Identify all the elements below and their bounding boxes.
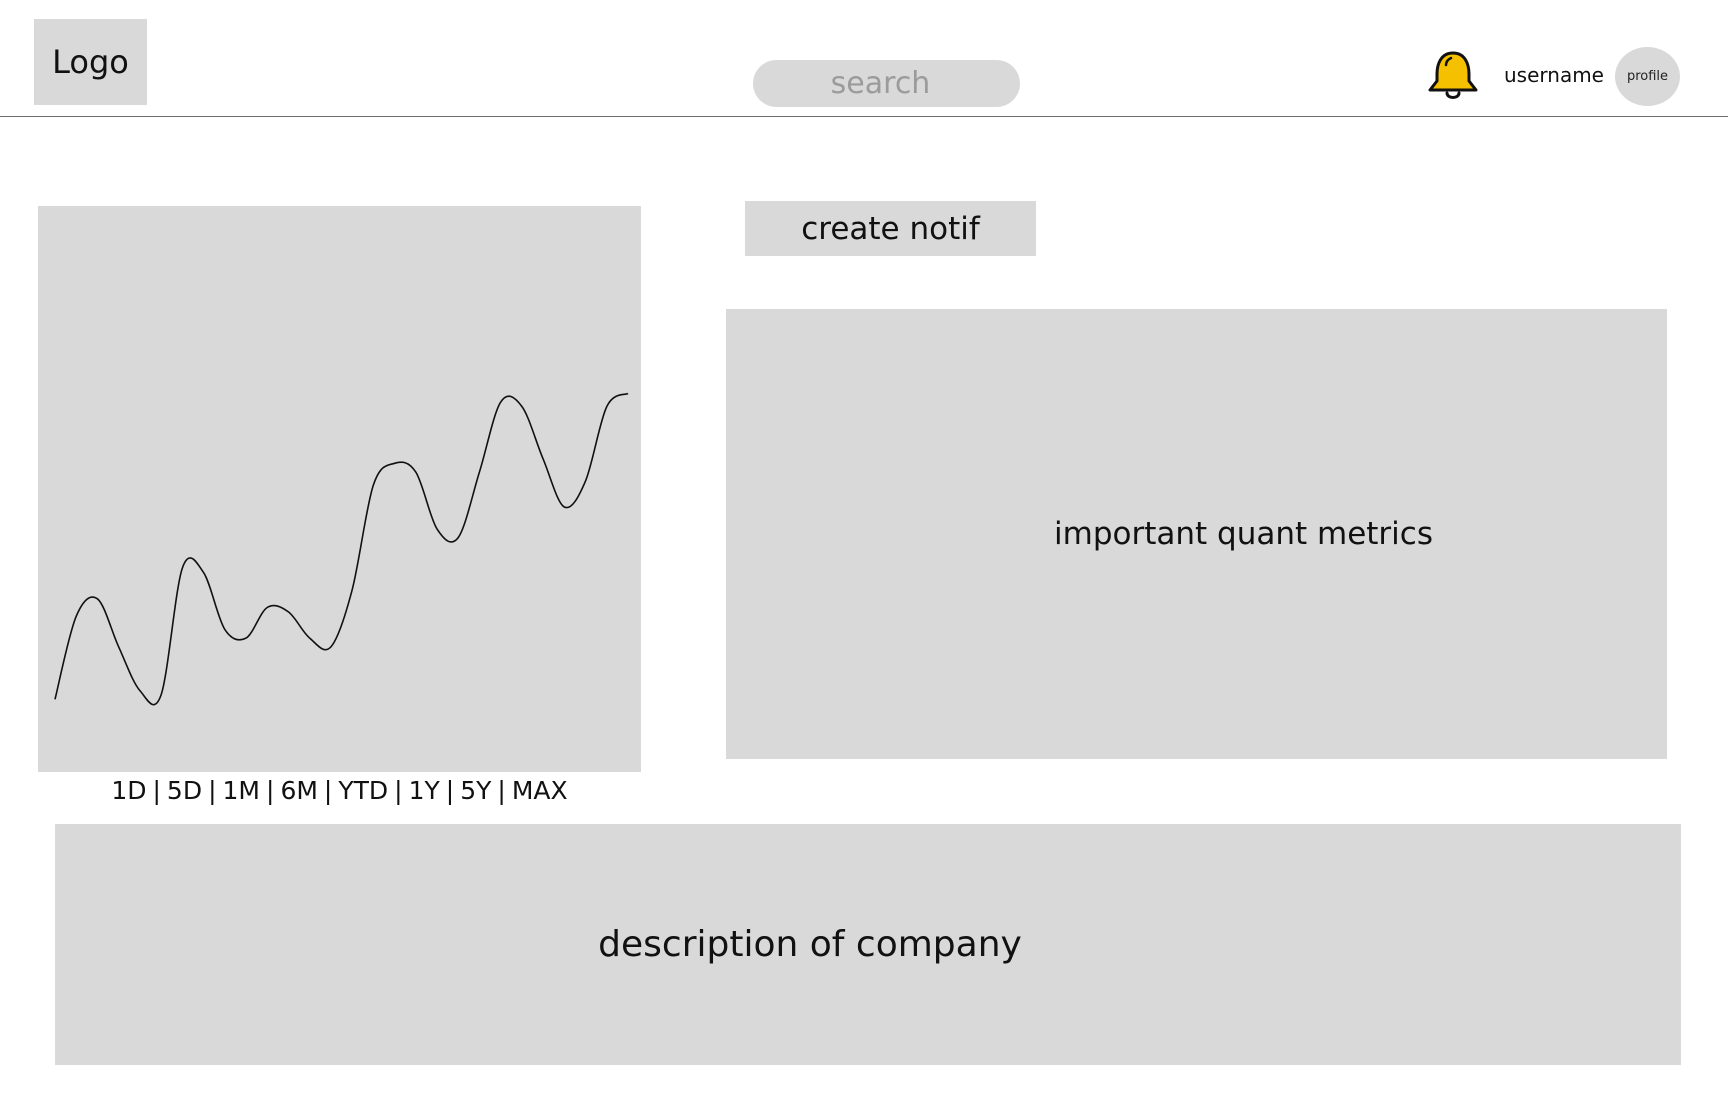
- range-1m[interactable]: 1M: [220, 776, 263, 805]
- logo-text: Logo: [52, 43, 129, 81]
- time-range-selector: 1D | 5D | 1M | 6M | YTD | 1Y | 5Y | MAX: [38, 772, 641, 808]
- range-separator: |: [323, 775, 333, 805]
- company-description-label: description of company: [598, 924, 1022, 965]
- quant-metrics-panel: important quant metrics: [726, 309, 1667, 759]
- page: Logo username profile 1D|5D|1M|6M|YTD|1Y…: [0, 0, 1728, 1117]
- range-separator: |: [152, 775, 161, 805]
- username-label[interactable]: username: [1498, 63, 1610, 87]
- line-chart: [54, 392, 629, 706]
- stock-chart: [38, 206, 641, 772]
- search-input[interactable]: [753, 60, 1020, 107]
- bell-icon: [1428, 51, 1478, 99]
- range-separator: |: [445, 775, 455, 805]
- range-6m[interactable]: 6M: [277, 776, 320, 805]
- profile-avatar[interactable]: profile: [1615, 47, 1680, 106]
- search-bar[interactable]: [753, 60, 1020, 107]
- range-separator: |: [266, 775, 275, 805]
- create-notif-button[interactable]: create notif: [745, 201, 1036, 256]
- profile-label: profile: [1626, 69, 1669, 84]
- range-5d[interactable]: 5D: [164, 776, 205, 805]
- range-max[interactable]: MAX: [509, 776, 571, 805]
- notification-bell-icon[interactable]: [1425, 48, 1481, 102]
- price-line: [54, 392, 629, 706]
- quant-metrics-label: important quant metrics: [1054, 516, 1433, 552]
- range-5y[interactable]: 5Y: [457, 776, 494, 805]
- range-separator: |: [497, 775, 506, 805]
- range-1d[interactable]: 1D: [108, 776, 149, 805]
- range-separator: |: [394, 775, 403, 805]
- logo[interactable]: Logo: [34, 19, 147, 105]
- range-separator: |: [208, 775, 217, 805]
- header: Logo username profile: [0, 0, 1728, 117]
- create-notif-label: create notif: [801, 210, 980, 247]
- range-ytd[interactable]: YTD: [335, 776, 391, 805]
- company-description-panel: description of company: [55, 824, 1681, 1065]
- range-1y[interactable]: 1Y: [406, 776, 443, 805]
